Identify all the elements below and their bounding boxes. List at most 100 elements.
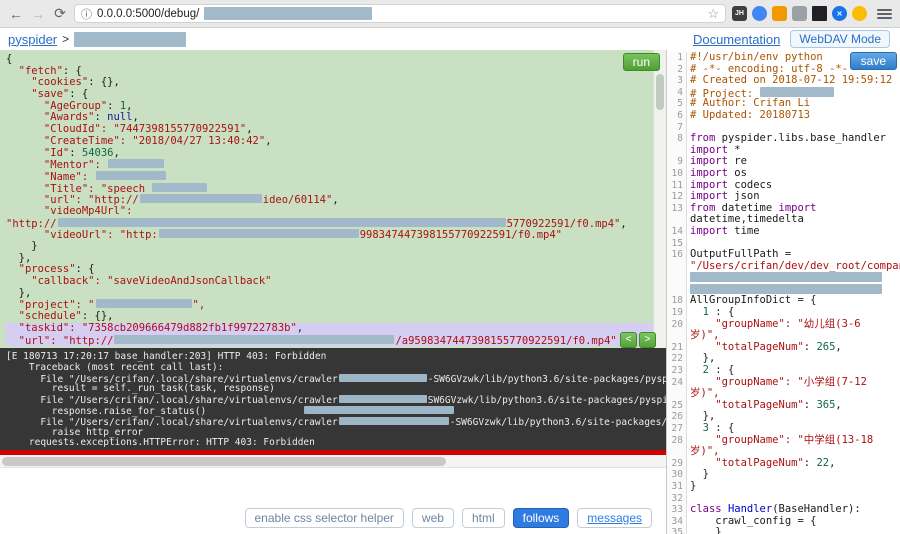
task-json-line: "videoUrl": "http: 9983474473981557709225…: [6, 229, 563, 242]
redacted-text: [338, 395, 427, 404]
pyspider-home-link[interactable]: pyspider: [8, 32, 57, 47]
url-bar[interactable]: ⓘ 0.0.0.0:5000/debug/ ☆: [74, 4, 726, 23]
collapse-right-button[interactable]: >: [639, 332, 656, 348]
console-horizontal-scrollbar[interactable]: [0, 455, 666, 468]
line-number: 7: [667, 121, 687, 134]
task-editor-scrollbar-thumb[interactable]: [656, 74, 664, 110]
web-button[interactable]: web: [411, 508, 454, 528]
code-line: "/Users/crifan/dev/dev_root/compan: [667, 260, 900, 273]
line-number: 32: [667, 492, 687, 505]
task-json-line: "url": "http:///a95983474473981557709225…: [6, 334, 666, 346]
line-number: 27: [667, 423, 687, 435]
debug-tab-buttons: enable css selector helper web html follows…: [0, 468, 666, 534]
line-number: 29: [667, 457, 687, 470]
run-button[interactable]: run: [622, 53, 660, 71]
css-selector-helper-button[interactable]: enable css selector helper: [244, 508, 404, 528]
follows-button[interactable]: follows: [512, 508, 570, 528]
extension-icons: JH ✕: [732, 6, 867, 21]
line-number: [667, 214, 687, 226]
line-number: [667, 144, 687, 157]
line-number: [667, 388, 687, 400]
redacted-text: [338, 416, 449, 425]
code-line: 3 # Created on 2018-07-12 19:59:12: [667, 74, 900, 87]
console-line: requests.exceptions.HTTPError: HTTP 403:…: [6, 437, 315, 449]
redacted-text: [57, 217, 506, 227]
line-number: 19: [667, 307, 687, 319]
code-line: 35 }: [667, 527, 900, 534]
blue-extension-icon[interactable]: [752, 6, 767, 21]
task-editor-scrollbar[interactable]: [653, 50, 666, 348]
traceback-console: [E 180713 17:20:17 base_handler:203] HTT…: [0, 348, 666, 450]
line-number: 31: [667, 480, 687, 493]
save-button[interactable]: save: [849, 52, 897, 70]
app-header: pyspider > Documentation WebDAV Mode: [0, 28, 900, 50]
html-button[interactable]: html: [461, 508, 505, 528]
bookmark-star-icon[interactable]: ☆: [707, 6, 719, 22]
task-json-line: "callback": "saveVideoAndJsonCallback": [6, 275, 272, 288]
script-code-editor[interactable]: 1 #!/usr/bin/env python 2 # -*- encoding: u…: [667, 50, 900, 534]
redacted-text: [158, 229, 359, 239]
forward-icon[interactable]: →: [30, 6, 46, 22]
gray-extension-icon[interactable]: [792, 6, 807, 21]
orange-extension-icon[interactable]: [772, 6, 787, 21]
qr-extension-icon[interactable]: [812, 6, 827, 21]
code-line: 6 # Updated: 20180713: [667, 109, 900, 122]
breadcrumb-separator: >: [62, 32, 70, 46]
task-json-editor[interactable]: { "fetch": { "cookies": {}, "save": { "A…: [0, 50, 666, 348]
task-json-line: "Mentor":: [6, 159, 666, 171]
line-number: 24: [667, 376, 687, 389]
line-number: 25: [667, 399, 687, 412]
console-line: response.raise_for_status(): [6, 405, 666, 417]
line-number: 2: [667, 63, 687, 76]
line-number: 10: [667, 167, 687, 180]
line-number: 21: [667, 341, 687, 354]
webdav-mode-button[interactable]: WebDAV Mode: [790, 30, 890, 48]
line-number: 18: [667, 295, 687, 308]
line-number: 3: [667, 75, 687, 87]
line-number: 15: [667, 237, 687, 250]
documentation-link[interactable]: Documentation: [693, 32, 780, 47]
task-json-line: "http://5770922591/f0.mp4",: [6, 217, 627, 230]
panel-resize-buttons: < >: [620, 332, 656, 348]
console-line: Traceback (most recent call last):: [6, 361, 224, 373]
line-number: [667, 260, 687, 273]
task-json-line: {: [6, 53, 13, 65]
redacted-text: [108, 159, 165, 169]
line-number: 35: [667, 527, 687, 534]
redacted-url-part: [204, 7, 373, 20]
line-number: [667, 272, 687, 284]
redacted-text: [152, 182, 208, 192]
line-number: 23: [667, 365, 687, 377]
code-line: 31}: [667, 480, 900, 493]
line-number: 26: [667, 411, 687, 423]
code-line: 14 import time: [667, 225, 900, 238]
line-number: 11: [667, 179, 687, 192]
redacted-text: [114, 334, 395, 344]
messages-button[interactable]: messages: [577, 508, 652, 528]
task-json-line: "Title": "speech: [6, 182, 666, 194]
line-number: 9: [667, 156, 687, 168]
task-json-line: "cookies": {},: [6, 76, 120, 89]
redacted-text: [95, 170, 166, 180]
page-info-icon[interactable]: ⓘ: [81, 6, 92, 22]
redacted-text: [690, 272, 882, 283]
line-number: 14: [667, 225, 687, 238]
console-scrollbar-thumb[interactable]: [2, 457, 446, 466]
code-line: 30 }: [667, 469, 900, 481]
collapse-left-button[interactable]: <: [620, 332, 637, 348]
task-json-line: },: [6, 286, 32, 299]
left-pane: { "fetch": { "cookies": {}, "save": { "A…: [0, 50, 666, 534]
back-icon[interactable]: ←: [8, 6, 24, 22]
jh-extension-icon[interactable]: JH: [732, 6, 747, 21]
line-number: 34: [667, 515, 687, 528]
console-line: result = self._run_task(task, response): [6, 383, 275, 395]
reload-icon[interactable]: ⟳: [52, 5, 68, 22]
browser-toolbar: ← → ⟳ ⓘ 0.0.0.0:5000/debug/ ☆ JH ✕: [0, 0, 900, 28]
line-number: 1: [667, 52, 687, 64]
task-json-line: "Id": 54036,: [6, 146, 120, 159]
line-number: 22: [667, 353, 687, 366]
task-json-line: "Name":: [6, 170, 666, 183]
menu-icon[interactable]: [877, 8, 892, 19]
x-extension-icon[interactable]: ✕: [832, 6, 847, 21]
yellow-extension-icon[interactable]: [852, 6, 867, 21]
